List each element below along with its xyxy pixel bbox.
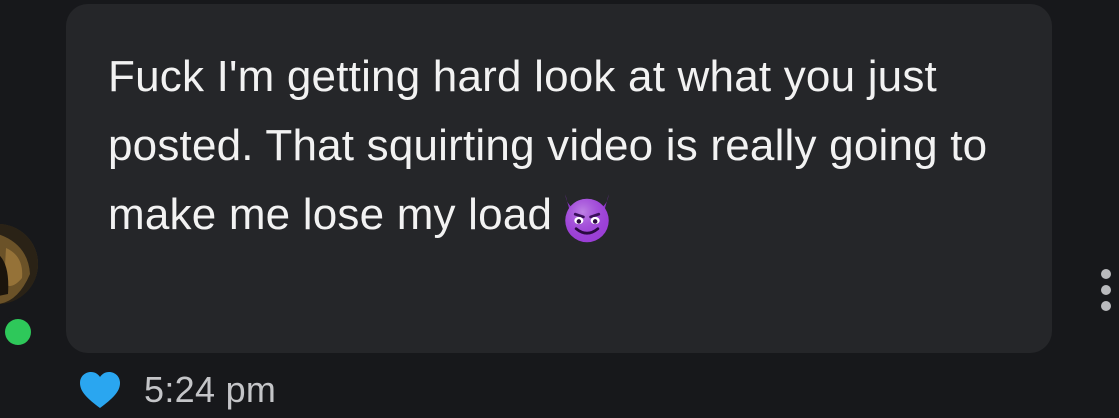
- more-vertical-icon-dot: [1101, 285, 1111, 295]
- message-footer: 5:24 pm: [78, 368, 276, 412]
- sender-avatar[interactable]: [0, 224, 38, 304]
- avatar-image: [0, 224, 38, 304]
- online-status-indicator: [1, 315, 35, 349]
- message-text-container: Fuck I'm getting hard look at what you j…: [108, 42, 1028, 249]
- message-bubble[interactable]: Fuck I'm getting hard look at what you j…: [66, 4, 1052, 353]
- more-options-button[interactable]: [1093, 266, 1119, 316]
- smiling-devil-emoji: [565, 194, 609, 243]
- heart-icon[interactable]: [78, 370, 122, 410]
- message-timestamp: 5:24 pm: [144, 369, 277, 410]
- message-text: Fuck I'm getting hard look at what you j…: [108, 52, 988, 239]
- more-vertical-icon-dot: [1101, 301, 1111, 311]
- chat-screen: Fuck I'm getting hard look at what you j…: [0, 0, 1119, 418]
- more-vertical-icon-dot: [1101, 269, 1111, 279]
